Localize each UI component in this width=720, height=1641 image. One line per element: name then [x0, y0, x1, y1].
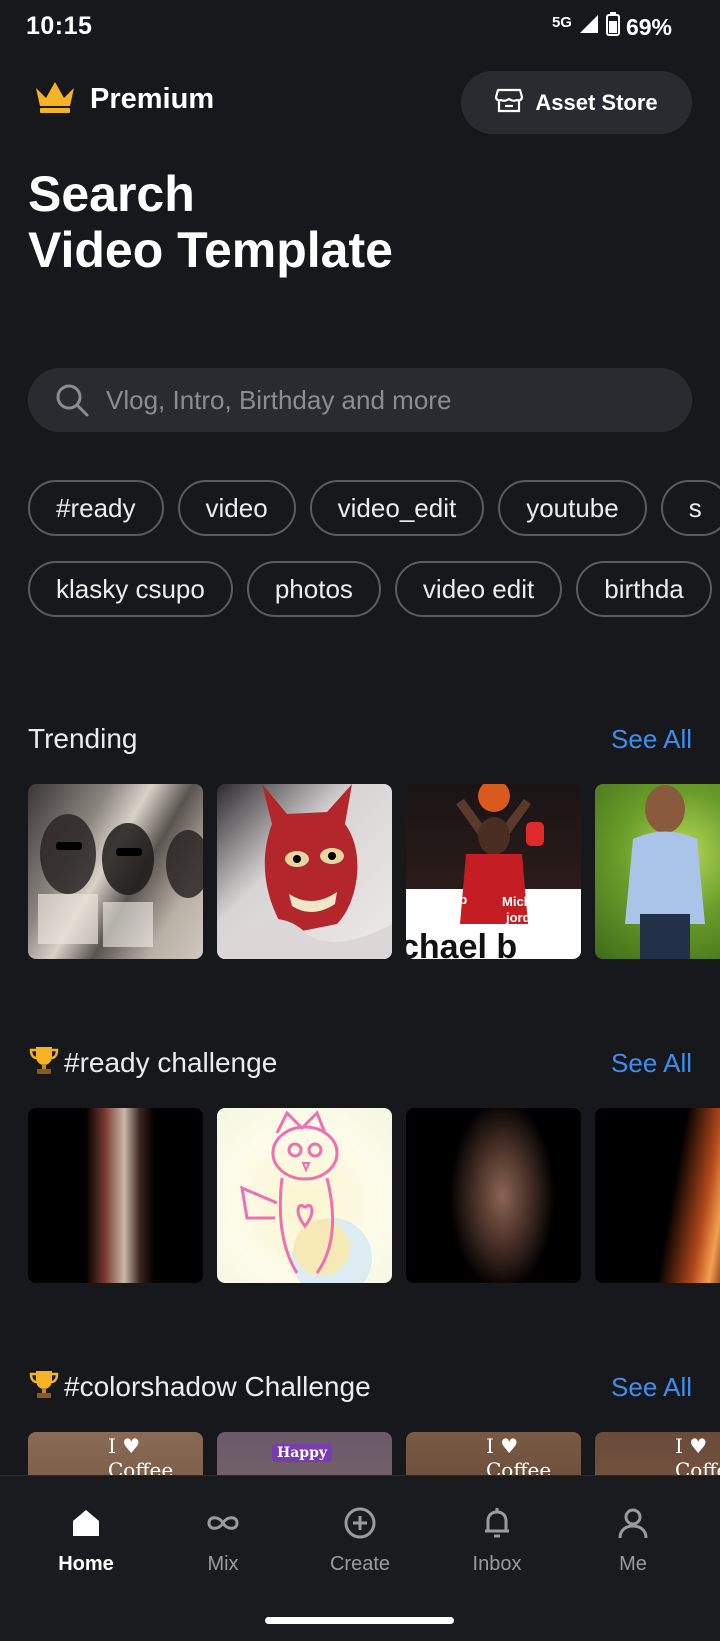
tag-birthday[interactable]: birthda — [576, 561, 712, 617]
search-icon — [54, 382, 90, 418]
tag-youtube[interactable]: youtube — [498, 480, 647, 536]
nav-home-label: Home — [58, 1553, 114, 1575]
ready-challenge-section-header: #ready challenge See All — [28, 1043, 692, 1083]
thumb-caption-coffee: I ♥ Coffee — [486, 1434, 552, 1475]
template-thumbnail[interactable]: Happy — [217, 1432, 392, 1475]
ready-challenge-thumbnails — [28, 1108, 720, 1283]
template-thumbnail[interactable] — [595, 784, 720, 959]
colorshadow-challenge-section-header: #colorshadow Challenge See All — [28, 1367, 692, 1407]
thumb-caption-right-2: jordan — [506, 910, 546, 925]
nav-create-label: Create — [329, 1553, 391, 1575]
thumb-caption-big: chael b — [406, 928, 518, 959]
search-bar[interactable] — [28, 368, 692, 432]
thumb-caption-happy: Happy — [272, 1444, 333, 1462]
home-icon — [69, 1506, 103, 1545]
trophy-icon — [28, 1044, 60, 1083]
nav-home[interactable]: Home — [31, 1506, 141, 1576]
nav-create[interactable]: Create — [305, 1506, 415, 1576]
colorshadow-challenge-thumbnails: I ♥ Coffee Happy I ♥ Coffee I ♥ Coffee — [28, 1432, 720, 1475]
header: Premium Asset Store — [0, 66, 720, 136]
template-thumbnail[interactable]: I ♥ Coffee — [595, 1432, 720, 1475]
asset-store-button[interactable]: Asset Store — [461, 71, 692, 134]
premium-label: Premium — [90, 83, 215, 115]
nav-mix-label: Mix — [207, 1553, 239, 1575]
template-thumbnail[interactable] — [406, 1108, 581, 1283]
colorshadow-challenge-see-all-link[interactable]: See All — [611, 1372, 692, 1403]
thumb-caption-coffee: I ♥ Coffee — [675, 1434, 720, 1475]
tag-video[interactable]: video — [177, 480, 296, 536]
plus-circle-icon — [343, 1506, 377, 1545]
store-icon — [495, 87, 524, 118]
home-indicator[interactable] — [265, 1617, 454, 1624]
trending-title-text: Trending — [28, 723, 138, 754]
trending-see-all-link[interactable]: See All — [611, 724, 692, 755]
template-thumbnail[interactable] — [28, 784, 203, 959]
asset-store-label: Asset Store — [535, 89, 658, 115]
nav-inbox[interactable]: Inbox — [442, 1506, 552, 1576]
tag-video-edit-underscore[interactable]: video_edit — [309, 480, 485, 536]
nav-mix[interactable]: Mix — [168, 1506, 278, 1576]
crown-icon — [34, 80, 76, 119]
tag-klasky-csupo[interactable]: klasky csupo — [28, 561, 233, 617]
nav-inbox-label: Inbox — [472, 1553, 522, 1575]
page-title-line1: Search — [28, 166, 195, 222]
search-input[interactable] — [104, 383, 648, 417]
network-type: 5G — [551, 14, 572, 31]
page-title-line2: Video Template — [28, 222, 393, 278]
tag-ready[interactable]: #ready — [28, 480, 164, 536]
template-thumbnail[interactable] — [595, 1108, 720, 1283]
template-thumbnail[interactable]: Michael b jordan Michael b jordan chael … — [406, 784, 581, 959]
colorshadow-challenge-section-title: #colorshadow Challenge — [28, 1368, 371, 1407]
trending-thumbnails: Michael b jordan Michael b jordan chael … — [28, 784, 720, 959]
template-thumbnail[interactable]: I ♥ Coffee — [406, 1432, 581, 1475]
battery-level: 69% — [625, 13, 672, 40]
template-thumbnail[interactable] — [217, 784, 392, 959]
tag-video-edit[interactable]: video edit — [394, 561, 563, 617]
trophy-icon — [28, 1368, 60, 1407]
tag-partial[interactable]: s — [660, 480, 720, 536]
bell-icon — [480, 1506, 514, 1545]
ready-challenge-see-all-link[interactable]: See All — [611, 1048, 692, 1079]
status-time: 10:15 — [26, 12, 93, 40]
thumb-caption-left-2: jordan — [414, 908, 454, 923]
template-thumbnail[interactable] — [217, 1108, 392, 1283]
ready-challenge-section-title: #ready challenge — [28, 1044, 277, 1083]
tags-row-2: klasky csupo photos video edit birthda — [28, 561, 720, 617]
infinity-icon — [203, 1506, 243, 1545]
person-icon — [616, 1506, 650, 1545]
tags-row-1: #ready video video_edit youtube s — [28, 480, 720, 536]
template-thumbnail[interactable] — [28, 1108, 203, 1283]
nav-me-label: Me — [619, 1553, 647, 1575]
template-thumbnail[interactable]: I ♥ Coffee — [28, 1432, 203, 1475]
trending-section-title: Trending — [28, 723, 137, 755]
thumb-caption-left: Michael b — [408, 892, 468, 907]
premium-button[interactable]: Premium — [34, 80, 214, 119]
nav-me[interactable]: Me — [578, 1506, 688, 1576]
colorshadow-challenge-title-text: #colorshadow Challenge — [64, 1371, 371, 1402]
signal-icon — [578, 13, 600, 41]
ready-challenge-title-text: #ready challenge — [64, 1047, 278, 1078]
page-title: Search Video Template — [28, 166, 393, 278]
tag-photos[interactable]: photos — [246, 561, 381, 617]
thumb-caption-right: Michael b — [502, 894, 562, 909]
status-indicators: 5G 69% — [552, 12, 672, 42]
thumb-caption-coffee: I ♥ Coffee — [108, 1434, 174, 1475]
battery-icon — [605, 12, 620, 42]
trending-section-header: Trending See All — [28, 719, 692, 759]
status-bar: 10:15 5G 69% — [0, 0, 720, 54]
